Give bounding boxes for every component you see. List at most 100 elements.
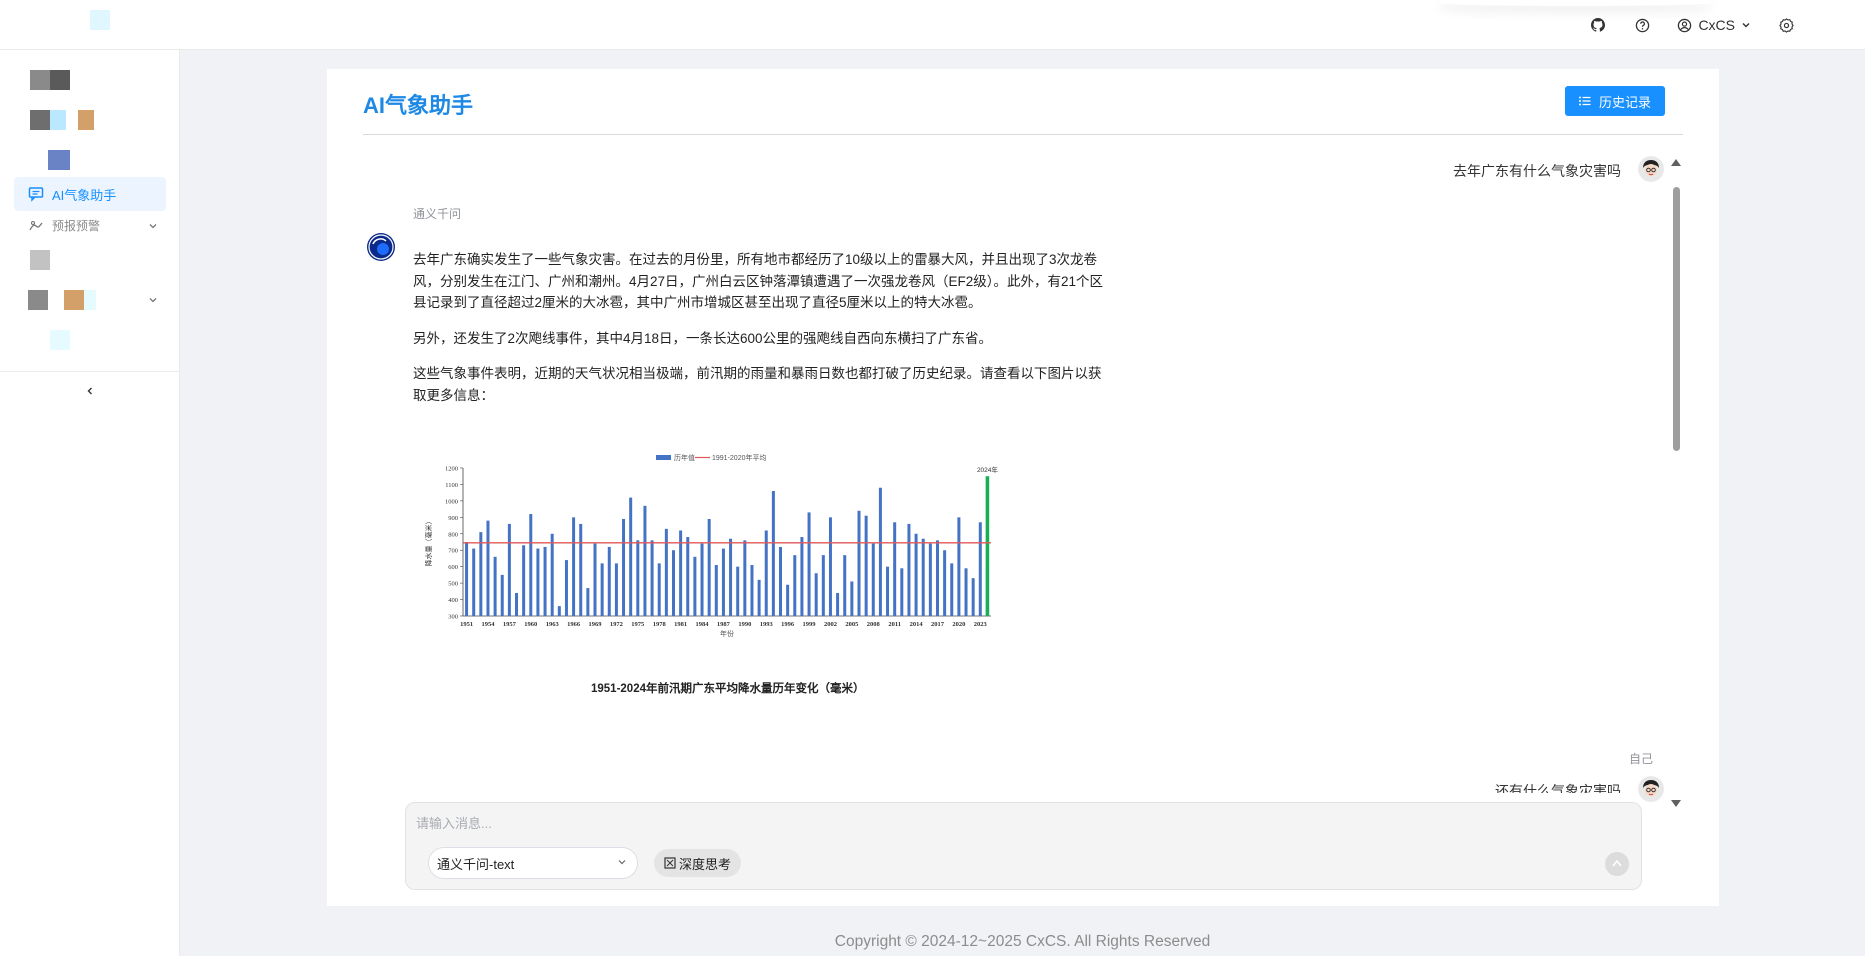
chat-scrollbar-thumb[interactable] [1673, 187, 1680, 451]
x-tick-label: 1999 [803, 621, 817, 628]
bar-annual [843, 555, 847, 616]
bar-annual [636, 540, 640, 616]
bar-annual [700, 543, 704, 616]
help-circle-icon[interactable] [1633, 16, 1651, 34]
bar-annual [671, 550, 675, 616]
x-tick-label: 1969 [589, 621, 603, 628]
x-tick-label: 1972 [610, 621, 623, 628]
x-tick-label: 2020 [952, 621, 965, 628]
bar-annual [729, 538, 733, 616]
x-tick-label: 2005 [845, 621, 859, 628]
bar-annual [507, 523, 511, 616]
y-tick-label: 800 [448, 531, 458, 538]
message-input[interactable] [416, 813, 1316, 833]
sidebar: AI气象助手 预报预警 [0, 50, 180, 956]
rainfall-chart: 历年值 1991-2020年平均 300 400 500 600 700 800 900 1000… [413, 448, 1013, 680]
sidebar-item-blurred-3[interactable] [48, 150, 70, 170]
bar-annual [893, 522, 897, 616]
assistant-message: 去年广东确实发生了一些气象灾害。在过去的月份里，所有地市都经历了10级以上的雷暴… [413, 249, 1113, 420]
deep-think-label: 深度思考 [679, 856, 732, 872]
scroll-down-arrow-icon[interactable] [1671, 800, 1681, 807]
bar-annual [622, 518, 626, 616]
main-card: AI气象助手 历史记录 去年广东有什么气象灾害吗 通义千问 去年广东确实发生了一… [327, 69, 1719, 906]
x-tick-label: 1987 [717, 621, 731, 628]
bar-annual [786, 584, 790, 616]
x-tick-label: 2014 [910, 621, 924, 628]
bar-annual [714, 565, 718, 616]
history-button[interactable]: 历史记录 [1564, 86, 1665, 116]
sidebar-item-blurred-4[interactable] [30, 250, 50, 270]
sidebar-item-ai-weather-assistant[interactable]: AI气象助手 [14, 177, 166, 211]
y-axis-label: 降水量（毫米） [424, 518, 433, 567]
bar-annual [465, 542, 469, 616]
bar-annual [579, 523, 583, 616]
bar-annual [629, 497, 633, 616]
top-header: CxCS [0, 0, 1865, 50]
sidebar-item-blurred-1[interactable] [30, 70, 70, 90]
x-tick-label: 1984 [696, 621, 710, 628]
bar-annual [957, 517, 961, 616]
bar-annual [878, 487, 882, 616]
bar-annual [593, 543, 597, 616]
bar-annual [757, 579, 761, 616]
bar-annual [543, 546, 547, 616]
arrow-up-icon [1612, 859, 1622, 867]
bar-annual [821, 555, 825, 616]
legend-label: 1991-2020年平均 [712, 453, 766, 462]
scroll-up-arrow-icon[interactable] [1671, 159, 1681, 166]
bar-annual [586, 588, 590, 616]
y-tick-label: 1200 [445, 466, 458, 473]
chevron-down-icon [149, 298, 157, 303]
sidebar-divider [0, 371, 180, 372]
assistant-paragraph: 这些气象事件表明，近期的天气状况相当极端，前汛期的雨量和暴雨日数也都打破了历史纪… [413, 366, 1102, 403]
y-tick-label: 600 [448, 564, 458, 571]
x-tick-label: 1996 [781, 621, 795, 628]
x-tick-label: 2017 [931, 621, 945, 628]
bar-annual [693, 556, 697, 616]
app-logo[interactable] [90, 10, 110, 30]
x-tick-label: 1993 [760, 621, 774, 628]
sidebar-item-blurred-5[interactable] [50, 330, 70, 350]
y-tick-label: 700 [448, 548, 458, 555]
bar-annual [500, 574, 504, 616]
deep-think-toggle[interactable]: 深度思考 [654, 849, 742, 877]
user-avatar [1638, 156, 1664, 182]
history-button-label: 历史记录 [1598, 94, 1651, 110]
sidebar-item-forecast-warning[interactable]: 预报预警 [28, 217, 158, 234]
bar-annual [472, 548, 476, 616]
model-select[interactable]: 通义千问-text [428, 847, 638, 879]
bar-annual [807, 512, 811, 616]
bar-annual [522, 545, 526, 616]
x-tick-label: 1954 [481, 621, 495, 628]
bar-annual [529, 514, 533, 616]
bar-annual [664, 528, 668, 616]
bar-annual [907, 523, 911, 616]
bar-annual [550, 533, 554, 616]
weather-icon [29, 220, 43, 230]
sidebar-item-blurred-2[interactable] [30, 110, 110, 130]
checkbox-icon [664, 857, 676, 869]
bar-annual [686, 537, 690, 616]
username: CxCS [1698, 17, 1735, 33]
github-icon[interactable] [1589, 16, 1607, 34]
bar-annual [828, 517, 832, 616]
sidebar-item-blurred-group[interactable] [28, 290, 158, 310]
x-tick-label: 1960 [524, 621, 537, 628]
bar-annual [864, 515, 868, 616]
send-button[interactable] [1605, 852, 1629, 876]
bar-annotation: 2024年 [977, 465, 998, 474]
y-tick-label: 1100 [445, 482, 458, 489]
bar-annual [850, 581, 854, 616]
bar-annual [943, 550, 947, 616]
user-menu[interactable]: CxCS [1677, 17, 1751, 33]
rainfall-chart-svg: 历年值 1991-2020年平均 300 400 500 600 700 800 900 1000… [424, 453, 998, 638]
bar-annual [857, 510, 861, 616]
model-select-value: 通义千问-text [437, 856, 515, 872]
bar-annual [886, 566, 890, 616]
bar-annual [536, 548, 540, 616]
bar-annual [871, 543, 875, 616]
message-composer: 通义千问-text 深度思考 [405, 802, 1642, 890]
sidebar-collapse-button[interactable] [82, 383, 98, 399]
settings-icon[interactable] [1777, 16, 1795, 34]
x-tick-label: 1978 [653, 621, 667, 628]
